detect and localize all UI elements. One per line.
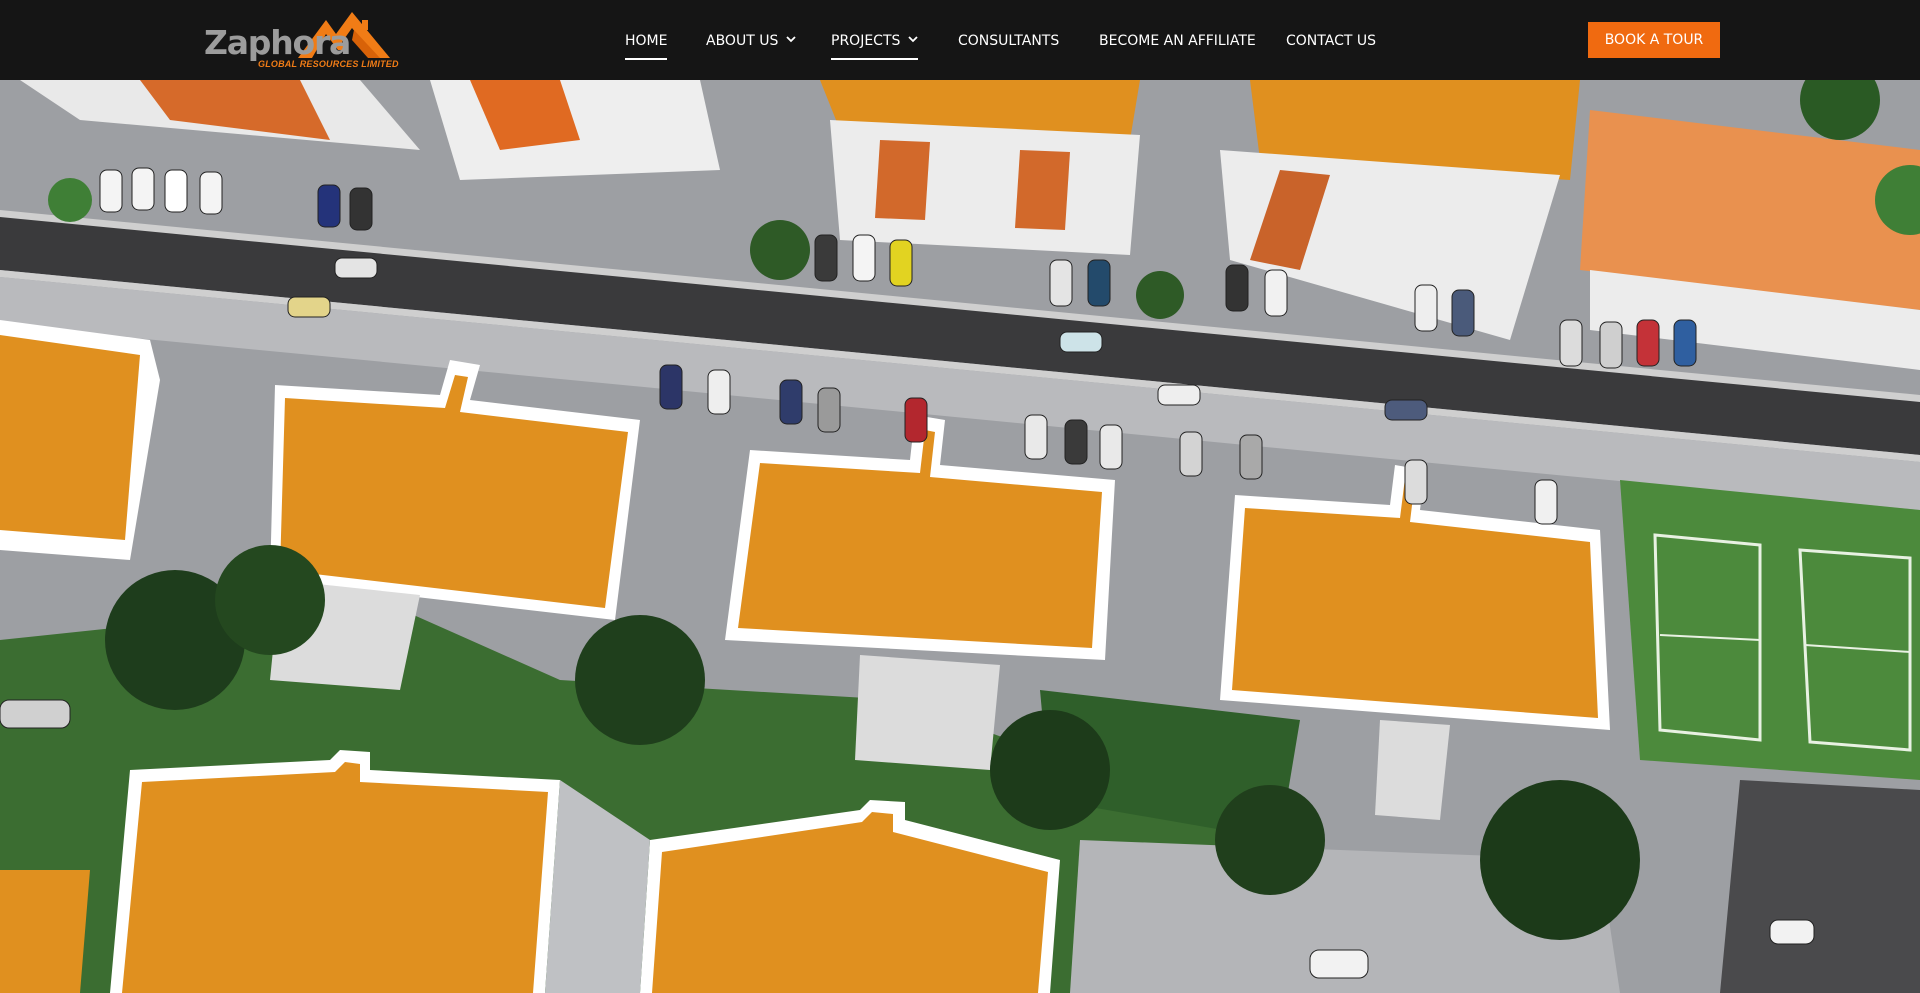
chevron-down-icon	[908, 36, 919, 43]
nav-consultants-label: CONSULTANTS	[958, 33, 1060, 49]
nav-projects-label: PROJECTS	[831, 33, 901, 49]
nav-about-us-label: ABOUT US	[706, 33, 779, 49]
chevron-down-icon	[786, 36, 796, 43]
nav-consultants[interactable]: CONSULTANTS	[958, 31, 1059, 51]
site-header: Zaphora GLOBAL RESOURCES LIMITED HOME AB…	[0, 0, 1920, 80]
aerial-estate-illustration	[0, 80, 1920, 993]
nav-home[interactable]: HOME	[625, 31, 668, 60]
sports-courts	[1620, 480, 1920, 780]
nav-home-label: HOME	[625, 33, 668, 49]
nav-contact-us[interactable]: CONTACT US	[1286, 31, 1376, 51]
hero-aerial-image	[0, 80, 1920, 993]
book-a-tour-button[interactable]: BOOK A TOUR	[1588, 22, 1720, 58]
nav-projects[interactable]: PROJECTS	[831, 31, 919, 60]
nav-about-us[interactable]: ABOUT US	[706, 31, 796, 51]
nav-contact-us-label: CONTACT US	[1286, 33, 1376, 49]
nav-become-affiliate[interactable]: BECOME AN AFFILIATE	[1099, 31, 1256, 51]
nav-become-affiliate-label: BECOME AN AFFILIATE	[1099, 33, 1256, 49]
